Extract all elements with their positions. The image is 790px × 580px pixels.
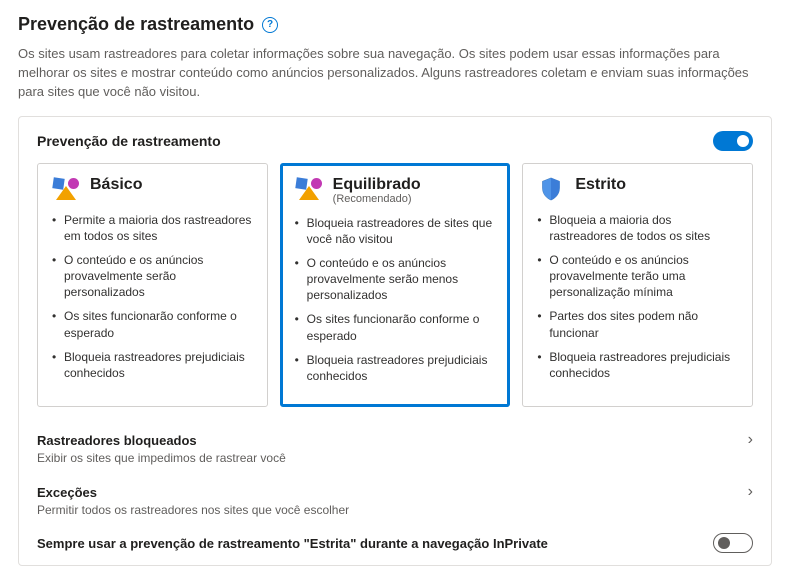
tracking-prevention-label: Prevenção de rastreamento [37, 133, 221, 149]
chevron-right-icon: › [748, 431, 753, 449]
list-item: O conteúdo e os anúncios provavelmente t… [537, 252, 738, 301]
card-basic-title: Básico [90, 176, 142, 194]
card-balanced-title: Equilibrado [333, 176, 421, 194]
shield-icon [537, 176, 565, 202]
card-basic[interactable]: Básico Permite a maioria dos rastreadore… [37, 163, 268, 408]
info-icon[interactable]: ? [262, 17, 278, 33]
card-balanced-subtitle: (Recomendado) [333, 193, 421, 205]
tracking-prevention-panel: Prevenção de rastreamento Básico Permite… [18, 116, 772, 567]
exceptions-link[interactable]: Exceções › [37, 477, 753, 503]
card-strict-header: Estrito [537, 176, 738, 202]
exceptions-title: Exceções [37, 485, 97, 500]
inprivate-strict-toggle[interactable] [713, 533, 753, 553]
toggle-knob-icon [718, 537, 730, 549]
list-item: Bloqueia a maioria dos rastreadores de t… [537, 212, 738, 244]
list-item: O conteúdo e os anúncios provavelmente s… [52, 252, 253, 301]
card-strict-bullets: Bloqueia a maioria dos rastreadores de t… [537, 212, 738, 382]
card-balanced-bullets: Bloqueia rastreadores de sites que você … [295, 215, 496, 385]
blocked-trackers-title: Rastreadores bloqueados [37, 433, 197, 448]
shapes-icon [295, 176, 323, 202]
list-item: Bloqueia rastreadores prejudiciais conhe… [52, 349, 253, 381]
inprivate-strict-label: Sempre usar a prevenção de rastreamento … [37, 536, 548, 551]
tracking-prevention-toggle[interactable] [713, 131, 753, 151]
list-item: Partes dos sites podem não funcionar [537, 308, 738, 340]
shapes-icon [52, 176, 80, 202]
tracking-level-cards: Básico Permite a maioria dos rastreadore… [37, 163, 753, 408]
list-item: O conteúdo e os anúncios provavelmente s… [295, 255, 496, 304]
list-item: Os sites funcionarão conforme o esperado [295, 311, 496, 343]
tracking-prevention-header: Prevenção de rastreamento [37, 131, 753, 151]
blocked-trackers-link[interactable]: Rastreadores bloqueados › [37, 425, 753, 451]
page-title: Prevenção de rastreamento ? [18, 14, 772, 35]
card-balanced-header: Equilibrado (Recomendado) [295, 176, 496, 205]
list-item: Permite a maioria dos rastreadores em to… [52, 212, 253, 244]
list-item: Bloqueia rastreadores prejudiciais conhe… [295, 352, 496, 384]
blocked-trackers-desc: Exibir os sites que impedimos de rastrea… [37, 451, 753, 465]
toggle-knob-icon [737, 135, 749, 147]
list-item: Os sites funcionarão conforme o esperado [52, 308, 253, 340]
page-title-text: Prevenção de rastreamento [18, 14, 254, 35]
list-item: Bloqueia rastreadores prejudiciais conhe… [537, 349, 738, 381]
card-strict-title: Estrito [575, 176, 626, 194]
exceptions-desc: Permitir todos os rastreadores nos sites… [37, 503, 753, 517]
card-basic-bullets: Permite a maioria dos rastreadores em to… [52, 212, 253, 382]
card-balanced[interactable]: Equilibrado (Recomendado) Bloqueia rastr… [280, 163, 511, 408]
chevron-right-icon: › [748, 483, 753, 501]
inprivate-strict-row: Sempre usar a prevenção de rastreamento … [37, 529, 753, 557]
card-basic-header: Básico [52, 176, 253, 202]
list-item: Bloqueia rastreadores de sites que você … [295, 215, 496, 247]
page-description: Os sites usam rastreadores para coletar … [18, 45, 772, 102]
card-strict[interactable]: Estrito Bloqueia a maioria dos rastreado… [522, 163, 753, 408]
